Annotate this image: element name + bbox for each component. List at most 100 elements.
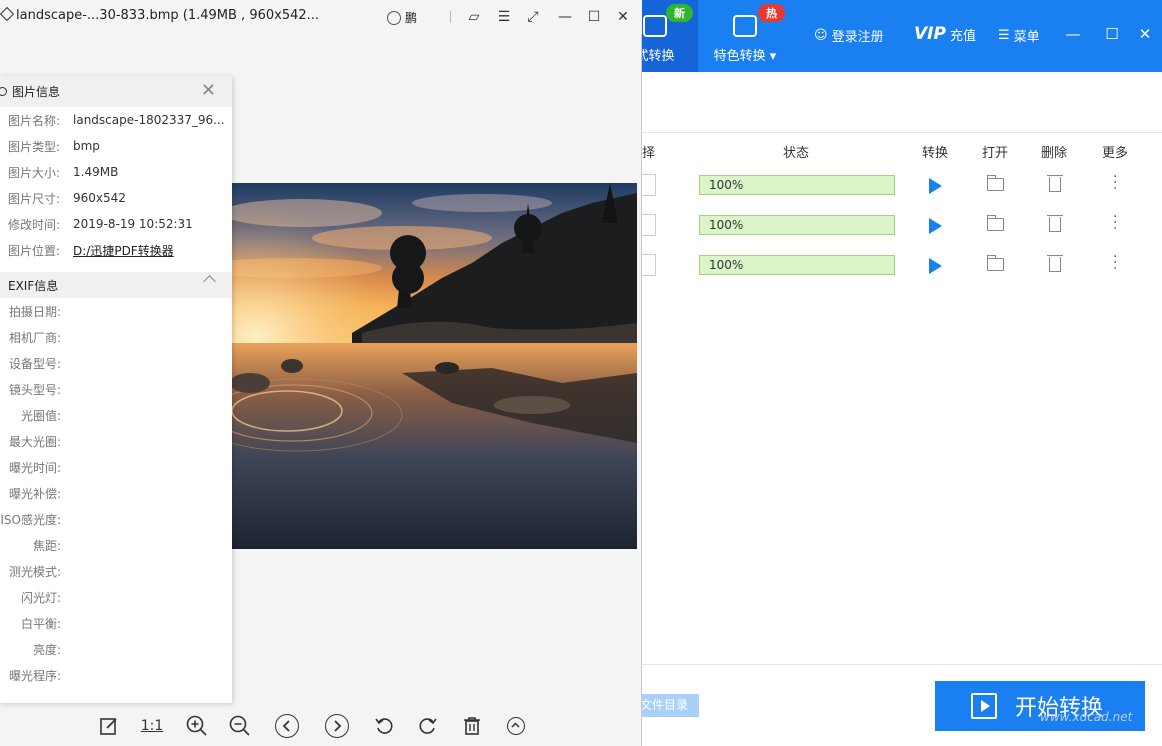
home-icon bbox=[0, 6, 15, 22]
info-value: 2019-8-19 10:52:31 bbox=[73, 217, 193, 231]
recharge-label: 充值 bbox=[949, 28, 976, 44]
folder-icon[interactable] bbox=[987, 215, 1004, 231]
image-viewer-window: landscape-...30-833.bmp (1.49MB , 960x54… bbox=[0, 0, 642, 746]
info-key: 图片尺寸: bbox=[8, 191, 61, 206]
chevron-up-icon[interactable] bbox=[203, 275, 216, 288]
info-key: 图片位置: bbox=[8, 243, 61, 258]
info-row-name: 图片名称: landscape-1802337_96... bbox=[0, 107, 232, 133]
progress-bar: 100% bbox=[699, 255, 895, 275]
next-image-icon[interactable] bbox=[325, 714, 349, 738]
new-badge: 新 bbox=[666, 4, 693, 22]
close-icon[interactable]: ✕ bbox=[614, 8, 632, 26]
converter-app-window: 式转换 新 特色转换 ▾ 热 ☺ 登录注册 VIP 充值 ☰ 菜单 — ☐ ✕ … bbox=[612, 0, 1162, 746]
col-convert: 转换 bbox=[922, 146, 949, 161]
zoom-out-icon[interactable] bbox=[228, 714, 252, 738]
app-minimize-button[interactable]: — bbox=[1063, 24, 1083, 44]
skin-icon[interactable]: ▱ bbox=[465, 8, 483, 26]
info-panel-title: 图片信息 bbox=[12, 85, 61, 99]
exif-key: 测光模式: bbox=[8, 564, 61, 579]
info-row-type: 图片类型: bmp bbox=[0, 133, 232, 159]
exif-row: 闪光灯: bbox=[0, 584, 232, 610]
more-vertical-icon[interactable]: · · · bbox=[1113, 250, 1117, 276]
row-checkbox[interactable] bbox=[642, 174, 656, 196]
previous-image-icon[interactable] bbox=[275, 714, 299, 738]
zoom-in-icon[interactable] bbox=[185, 714, 209, 738]
user-account[interactable]: 鹏 bbox=[387, 9, 417, 26]
trash-icon[interactable] bbox=[1047, 255, 1063, 272]
hot-badge: 热 bbox=[758, 4, 785, 22]
location-link[interactable]: D:/迅捷PDF转换器 bbox=[73, 242, 174, 259]
actual-size-button[interactable]: 1:1 bbox=[139, 714, 165, 738]
row-checkbox[interactable] bbox=[642, 214, 656, 236]
folder-icon[interactable] bbox=[987, 255, 1004, 271]
minimize-icon[interactable]: — bbox=[556, 8, 574, 26]
info-key: 修改时间: bbox=[8, 217, 61, 232]
exif-row: 镜头型号: bbox=[0, 376, 232, 402]
user-name: 鹏 bbox=[405, 11, 418, 25]
login-label: 登录注册 bbox=[831, 30, 884, 45]
trash-icon[interactable] bbox=[1047, 215, 1063, 232]
exif-row: 最大光圈: bbox=[0, 428, 232, 454]
image-info-panel: 图片信息 ✕ 图片名称: landscape-1802337_96... 图片类… bbox=[0, 76, 232, 703]
fullscreen-icon[interactable]: ⤢ bbox=[524, 8, 542, 26]
file-directory-button[interactable]: 文件目录 bbox=[638, 694, 699, 717]
play-icon[interactable] bbox=[929, 258, 942, 274]
maximize-icon[interactable]: ☐ bbox=[585, 8, 603, 26]
menu-button[interactable]: ☰ 菜单 bbox=[998, 26, 1040, 45]
hamburger-icon[interactable]: ☰ bbox=[495, 8, 513, 26]
close-icon[interactable]: ✕ bbox=[201, 82, 216, 100]
table-header: 择 状态 转换 打开 删除 更多 bbox=[642, 132, 1162, 166]
exif-key: 设备型号: bbox=[8, 356, 61, 371]
expand-up-icon[interactable] bbox=[505, 714, 527, 738]
table-row: 100% · · · bbox=[642, 244, 1162, 284]
info-icon bbox=[0, 87, 7, 96]
star-icon bbox=[733, 15, 757, 37]
more-vertical-icon[interactable]: · · · bbox=[1113, 210, 1117, 236]
folder-icon[interactable] bbox=[987, 175, 1004, 191]
exif-row: 曝光程序: bbox=[0, 662, 232, 688]
info-value: 1.49MB bbox=[73, 165, 119, 179]
info-row-dimensions: 图片尺寸: 960x542 bbox=[0, 185, 232, 211]
exif-row: 曝光补偿: bbox=[0, 480, 232, 506]
delete-icon[interactable] bbox=[460, 714, 484, 738]
exif-row: 相机厂商: bbox=[0, 324, 232, 350]
trash-icon[interactable] bbox=[1047, 175, 1063, 192]
exif-title: EXIF信息 bbox=[8, 278, 59, 293]
play-icon[interactable] bbox=[929, 218, 942, 234]
info-key: 图片类型: bbox=[8, 139, 61, 154]
progress-bar: 100% bbox=[699, 175, 895, 195]
app-footer: 文件目录 开始转换 www.xdcad.net bbox=[638, 664, 1162, 746]
app-maximize-button[interactable]: ☐ bbox=[1102, 24, 1122, 44]
avatar-icon bbox=[387, 10, 401, 25]
exif-key: 闪光灯: bbox=[20, 590, 61, 605]
exif-row: 曝光时间: bbox=[0, 454, 232, 480]
exif-key: 曝光时间: bbox=[8, 460, 61, 475]
more-vertical-icon[interactable]: · · · bbox=[1113, 170, 1117, 196]
exif-row: 亮度: bbox=[0, 636, 232, 662]
exif-key: 相机厂商: bbox=[8, 330, 61, 345]
vip-recharge-link[interactable]: VIP 充值 bbox=[914, 24, 976, 44]
exif-key: 焦距: bbox=[32, 538, 61, 553]
menu-label: 菜单 bbox=[1013, 30, 1040, 45]
exif-key: 镜头型号: bbox=[8, 382, 61, 397]
info-row-location: 图片位置: D:/迅捷PDF转换器 bbox=[0, 237, 232, 263]
edit-icon[interactable] bbox=[97, 714, 121, 738]
rotate-left-icon[interactable] bbox=[372, 714, 396, 738]
row-checkbox[interactable] bbox=[642, 254, 656, 276]
window-title: landscape-...30-833.bmp (1.49MB , 960x54… bbox=[0, 6, 319, 23]
info-key: 图片大小: bbox=[8, 165, 61, 180]
info-row-size: 图片大小: 1.49MB bbox=[0, 159, 232, 185]
exif-section-header[interactable]: EXIF信息 bbox=[0, 272, 232, 298]
viewer-title-bar[interactable]: landscape-...30-833.bmp (1.49MB , 960x54… bbox=[0, 0, 642, 34]
exif-key: 曝光补偿: bbox=[8, 486, 61, 501]
exif-key: ISO感光度: bbox=[0, 512, 61, 527]
info-value: bmp bbox=[73, 139, 100, 153]
login-register-link[interactable]: ☺ 登录注册 bbox=[814, 26, 884, 45]
app-close-button[interactable]: ✕ bbox=[1135, 24, 1155, 44]
col-more: 更多 bbox=[1102, 146, 1129, 161]
play-icon[interactable] bbox=[929, 178, 942, 194]
info-value: 960x542 bbox=[73, 191, 126, 205]
col-status: 状态 bbox=[783, 146, 810, 161]
rotate-right-icon[interactable] bbox=[416, 714, 440, 738]
exif-key: 曝光程序: bbox=[8, 668, 61, 683]
